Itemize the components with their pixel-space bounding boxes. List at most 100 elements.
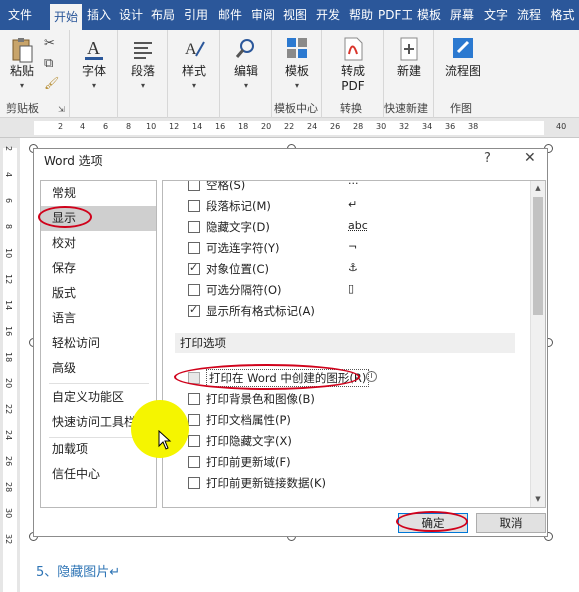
nav-save[interactable]: 保存 <box>41 256 156 281</box>
tab-design[interactable]: 设计 <box>116 0 146 30</box>
ruler-number: 40 <box>556 122 567 131</box>
close-icon[interactable]: ✕ <box>524 150 536 166</box>
document-heading: 5、隐藏图片↵ <box>36 565 121 580</box>
quick-new-group: 新建 快速新建 <box>384 30 434 118</box>
checkbox-checked[interactable] <box>188 261 200 275</box>
paragraph-button[interactable]: 段落 ▾ <box>127 36 159 90</box>
scroll-thumb[interactable] <box>533 197 543 315</box>
options-nav: 常规 显示 校对 保存 版式 语言 轻松访问 高级 自定义功能区 快速访问工具栏… <box>40 180 157 508</box>
ruler-number: 6 <box>103 122 109 131</box>
horizontal-ruler[interactable]: 2 4 6 8 10 12 14 16 18 20 22 24 26 28 30… <box>0 118 579 138</box>
svg-text:A: A <box>87 38 100 58</box>
tab-insert[interactable]: 插入 <box>84 0 114 30</box>
option-label: 可选分隔符(O) <box>206 283 282 297</box>
template-group-label: 模板中心 <box>274 102 318 115</box>
tab-view[interactable]: 视图 <box>280 0 310 30</box>
vruler-number: 10 <box>4 248 13 259</box>
tab-template[interactable]: 模板 <box>414 0 444 30</box>
vruler-number: 18 <box>4 352 13 363</box>
vruler-number: 28 <box>4 482 13 493</box>
cut-icon[interactable]: ✂ <box>44 36 55 51</box>
tab-home[interactable]: 开始 <box>50 4 82 30</box>
paragraph-label: 段落 <box>130 64 155 78</box>
vruler-number: 8 <box>4 224 13 230</box>
checkbox[interactable] <box>188 181 200 191</box>
paste-button[interactable]: 粘贴 ▾ <box>6 36 38 90</box>
convert-pdf-button[interactable]: 转成 PDF <box>337 36 369 93</box>
clipboard-group: 粘贴 ▾ ✂ ⧉ 🖌 剪贴板 ⇲ <box>0 30 70 118</box>
editing-button[interactable]: 编辑 ▾ <box>230 36 262 90</box>
checkbox[interactable] <box>188 393 200 405</box>
nav-typography[interactable]: 版式 <box>41 281 156 306</box>
paragraph-group: 段落 ▾ <box>118 30 168 118</box>
option-label: 显示所有格式标记(A) <box>206 304 315 318</box>
tab-developer[interactable]: 开发 <box>312 0 344 30</box>
tab-format[interactable]: 格式 <box>546 0 579 30</box>
checkbox[interactable] <box>188 435 200 447</box>
checkbox[interactable] <box>188 477 200 489</box>
flowchart-icon <box>451 36 475 62</box>
clipboard-launcher-icon[interactable]: ⇲ <box>58 105 65 114</box>
styles-button[interactable]: A 样式 ▾ <box>178 36 210 90</box>
ruler-number: 14 <box>192 122 203 131</box>
flowchart-button[interactable]: 流程图 <box>443 36 483 79</box>
vruler-number: 6 <box>4 198 13 204</box>
vruler-number: 32 <box>4 534 13 545</box>
template-icon <box>285 36 309 62</box>
nav-language[interactable]: 语言 <box>41 306 156 331</box>
checkbox[interactable] <box>188 414 200 426</box>
styles-icon: A <box>182 36 206 62</box>
tab-review[interactable]: 审阅 <box>248 0 278 30</box>
convert-label-line2: PDF <box>341 79 365 93</box>
tab-screen[interactable]: 屏幕 <box>446 0 478 30</box>
new-button[interactable]: 新建 <box>393 36 425 79</box>
font-button[interactable]: A 字体 ▾ <box>78 36 110 90</box>
styles-dropdown-icon: ▾ <box>191 81 196 90</box>
font-group: A 字体 ▾ <box>70 30 118 118</box>
dialog-title: Word 选项 <box>44 154 103 168</box>
ruler-number: 22 <box>284 122 295 131</box>
tab-text[interactable]: 文字 <box>480 0 512 30</box>
new-document-icon <box>397 36 421 62</box>
info-icon[interactable]: i <box>366 371 377 382</box>
checkbox-checked[interactable] <box>188 303 200 317</box>
ribbon: 粘贴 ▾ ✂ ⧉ 🖌 剪贴板 ⇲ A 字体 ▾ 段落 ▾ A 样式 ▾ 编辑 ▾… <box>0 30 579 118</box>
vertical-ruler[interactable]: 2 4 6 8 10 12 14 16 18 20 22 24 26 28 30… <box>0 138 20 592</box>
tab-references[interactable]: 引用 <box>180 0 212 30</box>
scroll-up-icon[interactable]: ▲ <box>531 181 545 196</box>
template-button[interactable]: 模板 ▾ <box>281 36 313 90</box>
ruler-number: 2 <box>58 122 64 131</box>
nav-divider <box>49 383 149 384</box>
nav-advanced[interactable]: 高级 <box>41 356 156 381</box>
nav-trust-center[interactable]: 信任中心 <box>41 462 156 487</box>
checkbox[interactable] <box>188 456 200 468</box>
scroll-down-icon[interactable]: ▼ <box>531 492 545 507</box>
vertical-scrollbar[interactable]: ▲ ▼ <box>530 181 545 507</box>
option-label: 段落标记(M) <box>206 199 271 213</box>
nav-general[interactable]: 常规 <box>41 181 156 206</box>
checkbox[interactable] <box>188 284 200 296</box>
checkbox[interactable] <box>188 242 200 254</box>
tab-layout[interactable]: 布局 <box>148 0 178 30</box>
spaces-mark-icon: ··· <box>348 180 359 190</box>
tab-mailings[interactable]: 邮件 <box>214 0 246 30</box>
convert-group: 转成 PDF 转换 <box>322 30 384 118</box>
flowchart-label: 流程图 <box>444 64 481 78</box>
tab-pdf[interactable]: PDF工 <box>378 0 412 30</box>
nav-proofing[interactable]: 校对 <box>41 231 156 256</box>
help-icon[interactable]: ? <box>484 151 491 166</box>
styles-label: 样式 <box>181 64 206 78</box>
paste-dropdown-icon[interactable]: ▾ <box>6 81 38 90</box>
tab-file[interactable]: 文件 <box>0 0 40 30</box>
checkbox[interactable] <box>188 200 200 212</box>
copy-icon[interactable]: ⧉ <box>44 56 53 71</box>
checkbox[interactable] <box>188 221 200 233</box>
nav-customize-ribbon[interactable]: 自定义功能区 <box>41 385 156 410</box>
tab-help[interactable]: 帮助 <box>346 0 376 30</box>
nav-accessibility[interactable]: 轻松访问 <box>41 331 156 356</box>
tab-flow[interactable]: 流程 <box>514 0 544 30</box>
draw-group-label: 作图 <box>450 102 472 115</box>
cancel-button[interactable]: 取消 <box>476 513 546 533</box>
format-painter-icon[interactable]: 🖌 <box>44 76 59 90</box>
option-label: 空格(S) <box>206 180 246 192</box>
